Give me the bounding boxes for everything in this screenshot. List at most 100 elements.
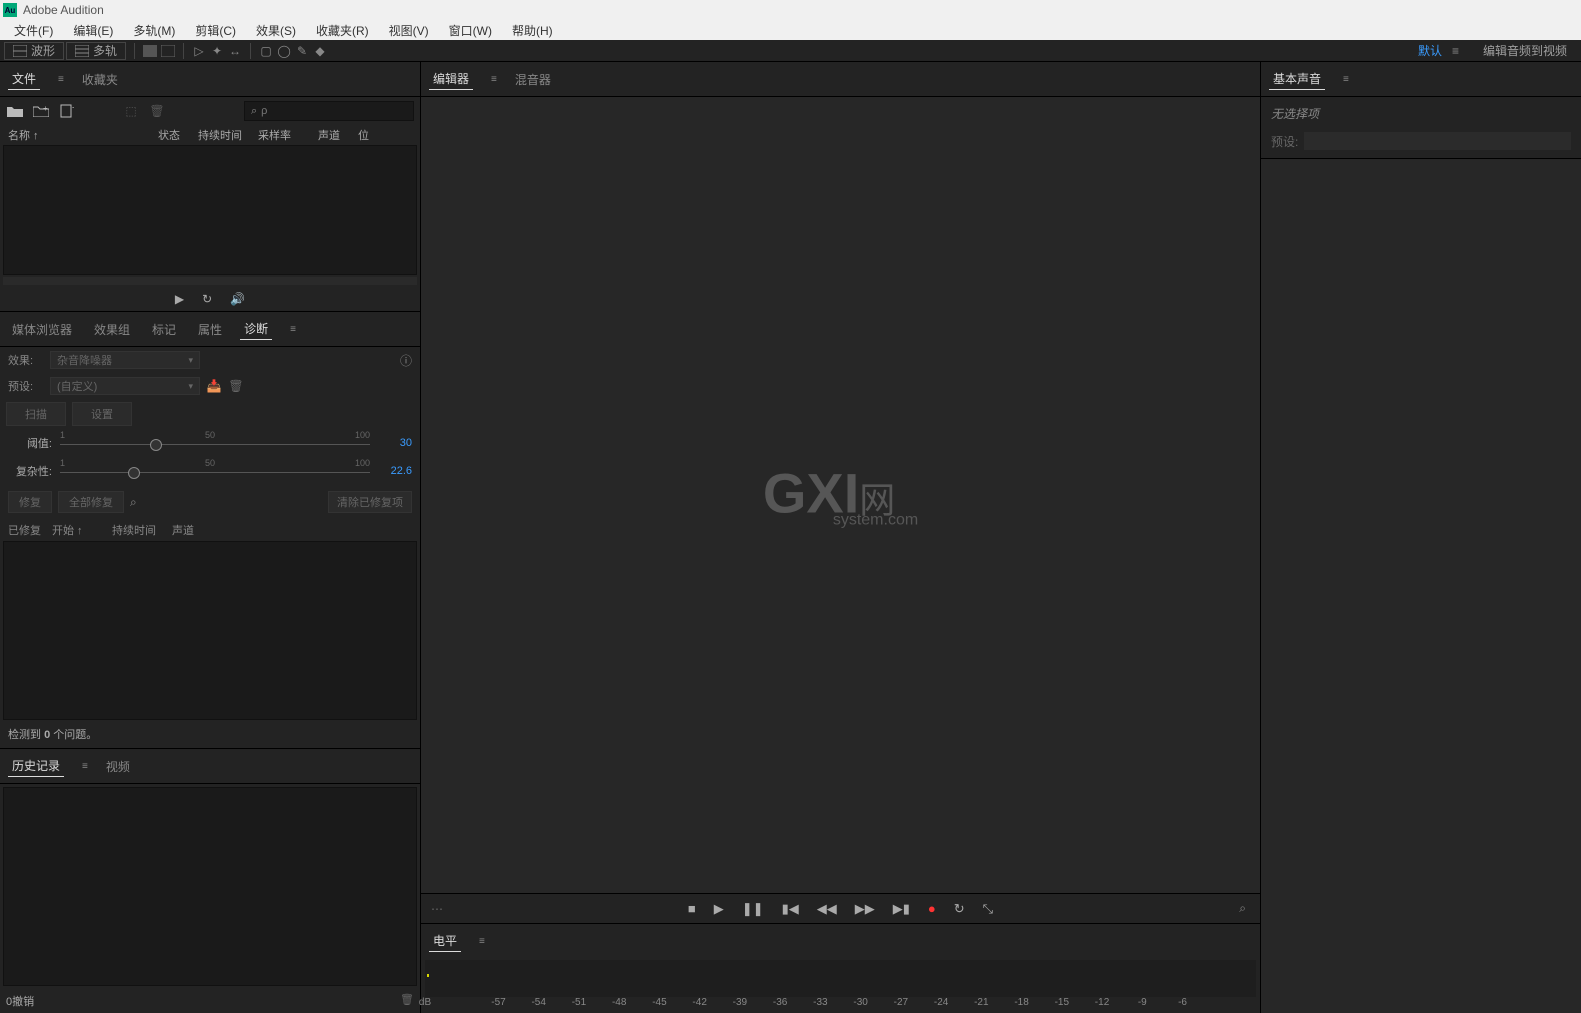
col-name[interactable]: 名称 ↑ [8,127,158,143]
files-search-input[interactable]: ⌕ [244,101,414,121]
scan-button[interactable]: 扫描 [6,402,66,426]
tab-levels[interactable]: 电平 [429,930,461,952]
effect-dropdown[interactable]: 杂音降噪器 ▾ [50,351,200,369]
spot-heal-tool-icon[interactable]: ◆ [311,42,329,60]
brush-tool-icon[interactable]: ✎ [293,42,311,60]
play-button[interactable]: ▶ [714,901,724,917]
skip-selection-icon[interactable]: ⤡ [983,901,993,917]
threshold-thumb[interactable] [150,439,162,451]
delete-file-icon[interactable]: 🗑 [148,103,166,119]
clear-fixed-button[interactable]: 清除已修复项 [328,491,412,513]
menu-edit[interactable]: 编辑(E) [65,20,121,41]
col-fixed[interactable]: 已修复 [8,522,52,538]
search-field[interactable] [261,105,407,117]
transport-options-icon[interactable]: ⋯ [431,902,443,916]
record-button[interactable]: ● [928,901,936,916]
col-sample[interactable]: 采样率 [258,127,318,143]
tab-markers[interactable]: 标记 [148,319,180,340]
menu-help[interactable]: 帮助(H) [504,20,561,41]
loop-button[interactable]: ↻ [954,901,965,917]
complexity-slider[interactable]: 1 50 100 [60,461,370,481]
preview-play-icon[interactable]: ▶ [175,292,184,306]
tab-effects-rack[interactable]: 效果组 [90,319,134,340]
col-duration[interactable]: 持续时间 [112,522,172,538]
history-list[interactable] [3,787,417,986]
menu-clip[interactable]: 剪辑(C) [187,20,244,41]
es-preset-dropdown[interactable] [1304,132,1571,150]
tab-diagnostics[interactable]: 诊断 [240,318,272,340]
menu-effects[interactable]: 效果(S) [248,20,304,41]
col-channel[interactable]: 声道 [172,522,222,538]
editor-menu-icon[interactable]: ≡ [491,74,497,85]
diagnostics-list[interactable] [3,541,417,720]
workspace-menu-icon[interactable]: ≡ [1452,44,1459,58]
multitrack-view-button[interactable]: 多轨 [66,42,126,60]
menu-file[interactable]: 文件(F) [6,20,61,41]
move-tool-icon[interactable]: ▷ [190,42,208,60]
delete-preset-icon[interactable]: 🗑 [228,379,244,393]
razor-tool-icon[interactable]: ✦ [208,42,226,60]
complexity-thumb[interactable] [128,467,140,479]
history-menu-icon[interactable]: ≡ [82,761,88,772]
files-hscrollbar[interactable] [3,277,417,285]
find-icon[interactable]: ⌕ [130,495,137,510]
settings-button[interactable]: 设置 [72,402,132,426]
levels-menu-icon[interactable]: ≡ [479,936,485,947]
rewind-button[interactable]: ◀◀ [817,901,837,917]
slip-tool-icon[interactable]: ↔ [226,42,244,60]
col-status[interactable]: 状态 [158,127,198,143]
files-list[interactable] [3,145,417,275]
fforward-button[interactable]: ▶▶ [855,901,875,917]
menu-multitrack[interactable]: 多轨(M) [125,20,183,41]
col-start[interactable]: 开始 ↑ [52,522,112,538]
save-preset-icon[interactable]: 📥 [206,379,222,393]
menu-window[interactable]: 窗口(W) [441,20,500,41]
col-bit[interactable]: 位 [358,127,369,143]
tab-editor[interactable]: 编辑器 [429,68,473,90]
fix-button[interactable]: 修复 [8,491,52,513]
col-duration[interactable]: 持续时间 [198,127,258,143]
spectral-pitch-icon[interactable] [159,42,177,60]
threshold-value[interactable]: 30 [378,437,412,449]
delete-history-icon[interactable]: 🗑 [400,993,414,1009]
col-channel[interactable]: 声道 [318,127,358,143]
workspace-audio-video-button[interactable]: 编辑音频到视频 [1473,42,1577,59]
waveform-view-button[interactable]: 波形 [4,42,64,60]
insert-to-multitrack-icon[interactable]: ⬚ [122,103,140,119]
tab-files[interactable]: 文件 [8,68,40,90]
spectral-freq-icon[interactable] [141,42,159,60]
import-icon[interactable]: + [32,103,50,119]
preview-autoplay-icon[interactable]: 🔊 [230,292,245,306]
tab-mixer[interactable]: 混音器 [511,69,555,90]
complexity-value[interactable]: 22.6 [378,465,412,477]
pause-button[interactable]: ❚❚ [742,901,764,917]
preview-loop-icon[interactable]: ↻ [202,292,212,306]
tab-properties[interactable]: 属性 [194,319,226,340]
level-meter[interactable] [425,960,1256,997]
preset-dropdown[interactable]: (自定义) ▾ [50,377,200,395]
editor-viewport[interactable]: GXI网 system.com [421,97,1260,893]
diagnostics-menu-icon[interactable]: ≡ [290,324,296,335]
zoom-icon[interactable]: ⌕ [1239,901,1246,916]
fix-all-button[interactable]: 全部修复 [58,491,124,513]
lasso-tool-icon[interactable]: ◯ [275,42,293,60]
menu-view[interactable]: 视图(V) [381,20,437,41]
essential-sound-menu-icon[interactable]: ≡ [1343,74,1349,85]
new-file-icon[interactable]: + [58,103,76,119]
menu-favorites[interactable]: 收藏夹(R) [308,20,377,41]
threshold-slider[interactable]: 1 50 100 [60,433,370,453]
tab-media-browser[interactable]: 媒体浏览器 [8,319,76,340]
tab-video[interactable]: 视频 [102,756,134,777]
skip-back-button[interactable]: ▮◀ [782,901,799,917]
tab-history[interactable]: 历史记录 [8,755,64,777]
preset-label: 预设: [8,378,44,394]
open-file-icon[interactable] [6,103,24,119]
info-icon[interactable]: ⓘ [400,352,412,369]
files-panel-menu-icon[interactable]: ≡ [58,74,64,85]
skip-fwd-button[interactable]: ▶▮ [893,901,910,917]
marquee-tool-icon[interactable]: ▢ [257,42,275,60]
stop-button[interactable]: ■ [688,901,696,916]
tab-essential-sound[interactable]: 基本声音 [1269,68,1325,90]
tab-favorites[interactable]: 收藏夹 [78,69,122,90]
workspace-default-button[interactable]: 默认 [1408,42,1452,59]
